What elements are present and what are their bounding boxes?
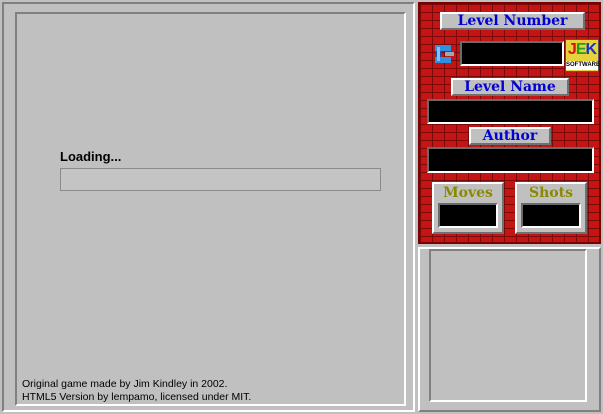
game-area[interactable]: Loading... Original game made by Jim Kin… (2, 2, 415, 412)
info-panel: Level Number JEK SOFTWARE Level Name Aut… (418, 2, 601, 244)
level-number-title: Level Number (440, 12, 585, 30)
author-title: Author (469, 127, 551, 145)
level-name-title: Level Name (451, 78, 569, 96)
moves-value (440, 205, 496, 226)
level-name-display (427, 99, 594, 124)
credit-original: Original game made by Jim Kindley in 200… (22, 378, 228, 390)
level-name-value (429, 101, 592, 122)
prev-level-icon[interactable] (433, 41, 455, 67)
jek-software-logo: JEK SOFTWARE (565, 39, 600, 72)
moves-counter: Moves (432, 182, 504, 234)
logo-letters: JEK (567, 41, 597, 58)
moves-title: Moves (443, 185, 493, 201)
shots-display (521, 203, 581, 228)
logo-subtitle: SOFTWARE (566, 61, 600, 70)
author-value (429, 149, 592, 171)
game-board[interactable]: Loading... Original game made by Jim Kin… (15, 12, 406, 406)
loading-label: Loading... (60, 149, 122, 164)
shots-value (523, 205, 579, 226)
credit-html5: HTML5 Version by lempamo, licensed under… (22, 391, 252, 403)
shots-title: Shots (529, 185, 573, 201)
loading-progress-bar (60, 168, 381, 191)
lower-panel-inner (429, 249, 587, 402)
level-number-value (462, 43, 562, 64)
author-display (427, 147, 594, 173)
lower-panel (418, 247, 601, 412)
moves-display (438, 203, 498, 228)
shots-counter: Shots (515, 182, 587, 234)
level-number-display[interactable] (460, 41, 564, 66)
